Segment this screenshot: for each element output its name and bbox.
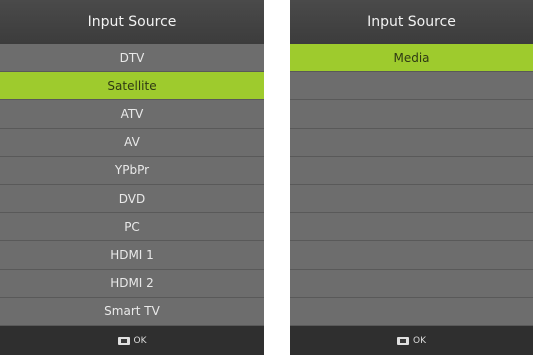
menu-item-av[interactable]: AV: [0, 128, 264, 157]
menu-item-ypbpr[interactable]: YPbPr: [0, 156, 264, 186]
panel-title: Input Source: [290, 0, 533, 44]
input-source-panel-left: Input Source DTV Satellite ATV AV YPbPr …: [0, 0, 264, 355]
menu-item-dvd[interactable]: DVD: [0, 185, 264, 214]
menu-item-smart-tv[interactable]: Smart TV: [0, 297, 264, 327]
ok-button-icon: [397, 336, 409, 345]
menu-item-atv[interactable]: ATV: [0, 100, 264, 129]
input-source-menu: DTV Satellite ATV AV YPbPr DVD PC HDMI 1…: [0, 44, 264, 327]
panel-title: Input Source: [0, 0, 264, 44]
menu-item-empty: [290, 100, 533, 129]
menu-item-empty: [290, 156, 533, 186]
menu-item-hdmi-1[interactable]: HDMI 1: [0, 241, 264, 270]
panel-footer: OK: [290, 326, 533, 355]
footer-ok-label: OK: [133, 335, 147, 346]
menu-item-pc[interactable]: PC: [0, 213, 264, 242]
ok-button-icon: [117, 336, 130, 345]
menu-item-empty: [290, 297, 533, 327]
menu-item-dtv[interactable]: DTV: [0, 44, 264, 73]
footer-ok-label: OK: [413, 335, 426, 346]
panel-footer: OK: [0, 326, 264, 355]
menu-item-empty: [290, 241, 533, 270]
menu-item-satellite[interactable]: Satellite: [0, 72, 264, 101]
menu-item-empty: [290, 128, 533, 157]
menu-item-empty: [290, 269, 533, 298]
input-source-menu: Media: [290, 44, 533, 327]
menu-item-media[interactable]: Media: [290, 44, 533, 73]
input-source-panel-right: Input Source Media OK: [290, 0, 533, 355]
menu-item-empty: [290, 72, 533, 101]
menu-item-empty: [290, 213, 533, 242]
menu-item-hdmi-2[interactable]: HDMI 2: [0, 269, 264, 298]
menu-item-empty: [290, 185, 533, 214]
